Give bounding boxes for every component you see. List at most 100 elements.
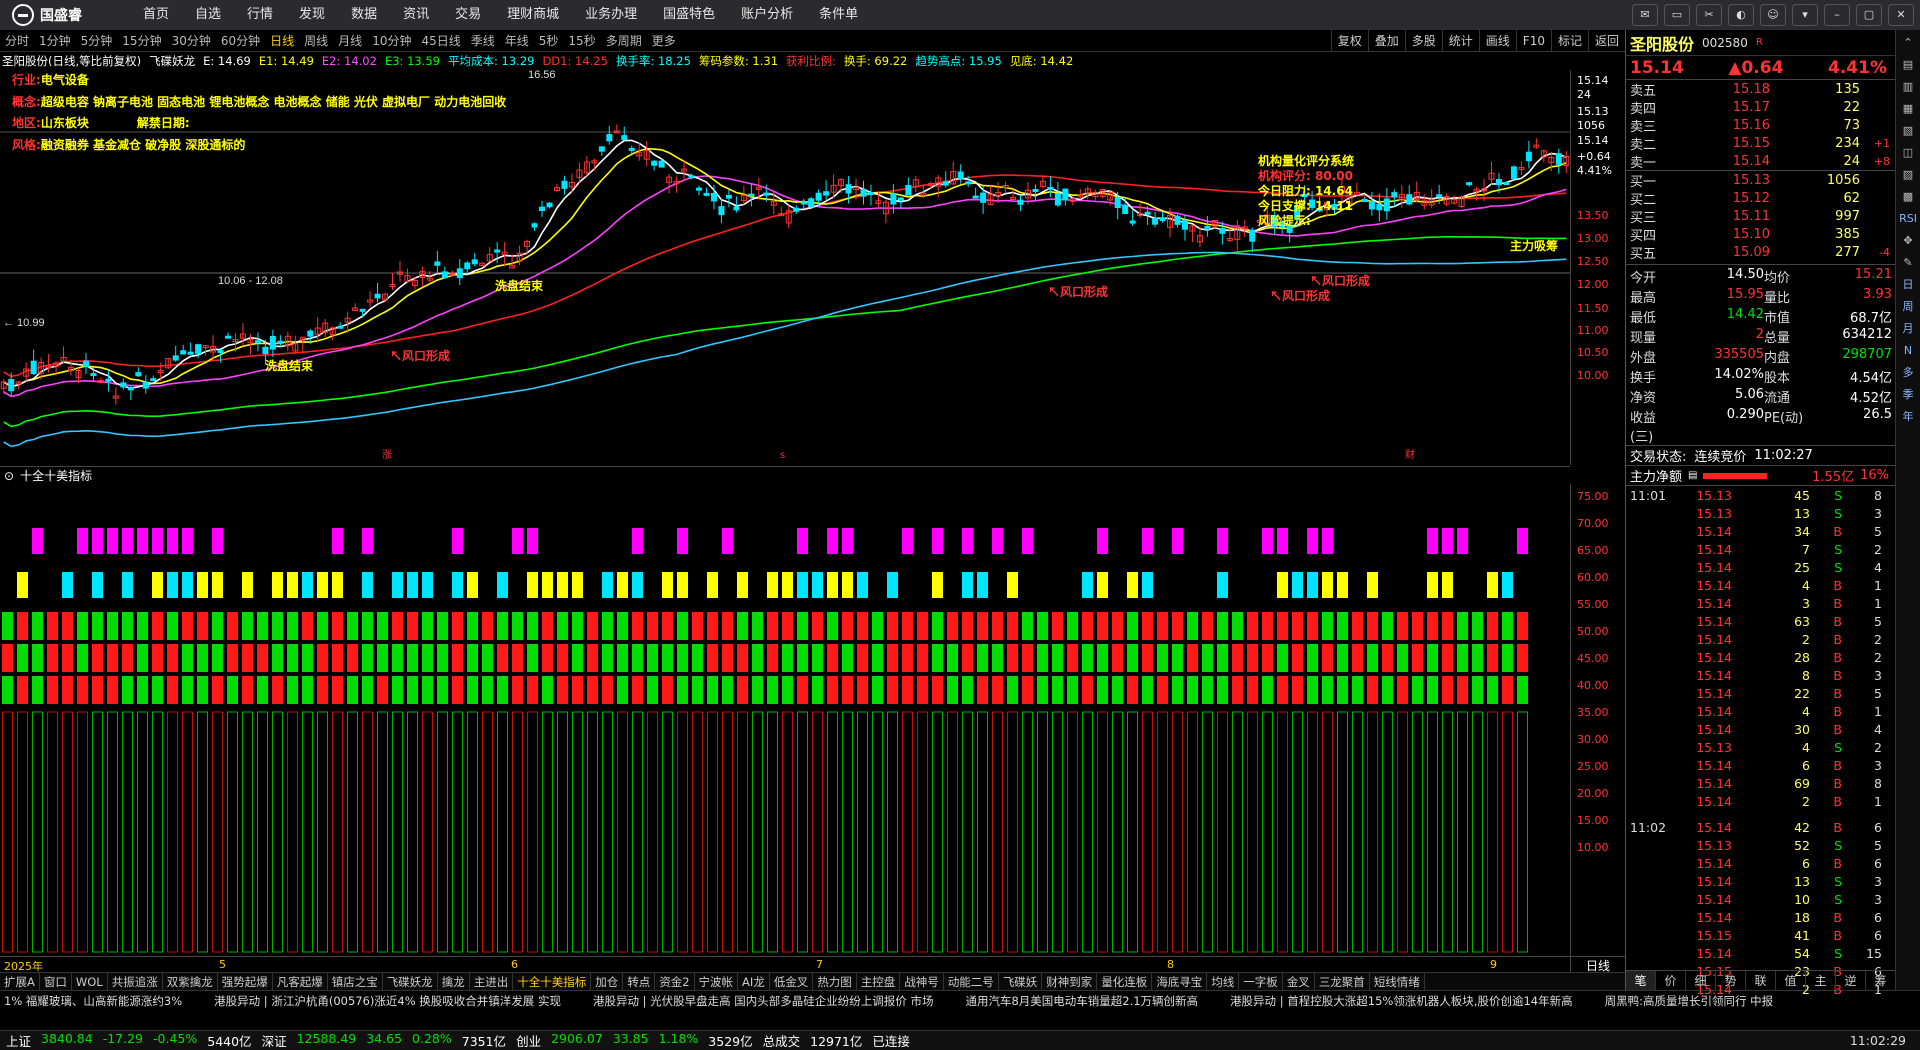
tools-icon[interactable]: ✂ — [1696, 4, 1722, 26]
menu-item-5[interactable]: 资讯 — [390, 0, 442, 30]
bottom-tab-20[interactable]: 战神号 — [900, 973, 944, 990]
kline-chart[interactable]: 洗盘结束 ↖风口形成 洗盘结束 ↖风口形成 ↖风口形成 ↖风口形成 主力吸筹 16.56 ← 1… — [0, 69, 1625, 465]
tool-button-4[interactable]: 画线 — [1478, 30, 1516, 52]
period-tab-4[interactable]: 30分钟 — [167, 32, 216, 49]
bottom-tab-24[interactable]: 量化连板 — [1097, 973, 1153, 990]
news-item-2[interactable]: 港股异动 | 光伏股早盘走高 国内头部多晶硅企业纷纷上调报价 市场 — [593, 993, 934, 1009]
bottom-tab-14[interactable]: 资金2 — [655, 973, 695, 990]
bid-row-1[interactable]: 买二 15.12 62 — [1626, 189, 1895, 208]
bottom-tab-13[interactable]: 转点 — [623, 973, 656, 990]
bid-row-3[interactable]: 买四 15.10 385 — [1626, 225, 1895, 244]
move-icon[interactable]: ✥ — [1899, 232, 1917, 250]
period-tab-15[interactable]: 多周期 — [601, 32, 647, 49]
period-tab-16[interactable]: 更多 — [647, 32, 681, 49]
menu-item-1[interactable]: 自选 — [182, 0, 234, 30]
year-icon[interactable]: 年 — [1899, 408, 1917, 426]
list-icon[interactable]: ▤ — [1899, 56, 1917, 74]
tick-list[interactable]: 11:01 15.13 45 S 8 15.13 13 S 3 15.14 34 B 5 15.14 7 S 2… — [1626, 485, 1895, 998]
ask-row-2[interactable]: 卖三 15.16 73 — [1626, 116, 1895, 135]
news-item-1[interactable]: 港股异动 | 浙江沪杭甬(00576)涨近4% 换股吸收合并镇洋发展 实现 — [214, 993, 561, 1009]
rsi-icon[interactable]: RSI — [1899, 210, 1917, 228]
menu-item-6[interactable]: 交易 — [442, 0, 494, 30]
menu-item-11[interactable]: 条件单 — [806, 0, 871, 30]
period-tab-1[interactable]: 1分钟 — [34, 32, 76, 49]
split-icon[interactable]: ◫ — [1899, 144, 1917, 162]
menu-item-3[interactable]: 发现 — [286, 0, 338, 30]
bottom-tab-26[interactable]: 均线 — [1207, 973, 1240, 990]
menu-item-2[interactable]: 行情 — [234, 0, 286, 30]
close-icon[interactable]: ✕ — [1888, 4, 1914, 26]
quote-tab-4[interactable]: 联 — [1746, 971, 1776, 990]
quote-tab-5[interactable]: 值 — [1776, 971, 1806, 990]
maximize-icon[interactable]: ▢ — [1856, 4, 1882, 26]
table-icon[interactable]: ▦ — [1899, 100, 1917, 118]
bid-row-4[interactable]: 买五 15.09 277 -4 — [1626, 243, 1895, 262]
ask-row-0[interactable]: 卖五 15.18 135 — [1626, 80, 1895, 99]
matrix-icon[interactable]: ▩ — [1899, 188, 1917, 206]
period-tab-14[interactable]: 15秒 — [563, 32, 600, 49]
quote-tab-0[interactable]: 笔 — [1626, 971, 1656, 990]
bottom-tab-22[interactable]: 飞碟妖 — [999, 973, 1043, 990]
bottom-tab-19[interactable]: 主控盘 — [857, 973, 901, 990]
ask-row-4[interactable]: 卖一 15.14 24 +8 — [1626, 152, 1895, 171]
bottom-tab-10[interactable]: 主进出 — [470, 973, 514, 990]
menu-item-10[interactable]: 账户分析 — [728, 0, 806, 30]
dropdown-icon[interactable]: ▾ — [1792, 4, 1818, 26]
quote-tab-8[interactable]: 筹 — [1866, 971, 1896, 990]
bottom-tab-1[interactable]: 窗口 — [40, 973, 72, 990]
multi-icon[interactable]: 多 — [1899, 364, 1917, 382]
news-item-3[interactable]: 通用汽车8月美国电动车销量超2.1万辆创新高 — [965, 993, 1198, 1009]
bottom-tab-12[interactable]: 加仓 — [591, 973, 624, 990]
period-tab-9[interactable]: 10分钟 — [367, 32, 416, 49]
period-tab-5[interactable]: 60分钟 — [216, 32, 265, 49]
bid-row-0[interactable]: 买一 15.13 1056 — [1626, 171, 1895, 190]
menu-item-0[interactable]: 首页 — [130, 0, 182, 30]
quote-tab-2[interactable]: 细 — [1686, 971, 1716, 990]
bottom-tab-27[interactable]: 一字板 — [1239, 973, 1283, 990]
bottom-tab-21[interactable]: 动能二号 — [944, 973, 999, 990]
period-tab-7[interactable]: 周线 — [299, 32, 333, 49]
bottom-tab-6[interactable]: 凡客起爆 — [273, 973, 328, 990]
bottom-tab-0[interactable]: 扩展A — [0, 973, 40, 990]
day-icon[interactable]: 日 — [1899, 276, 1917, 294]
quote-tab-3[interactable]: 势 — [1716, 971, 1746, 990]
user-icon[interactable]: ☺ — [1760, 4, 1786, 26]
bottom-tab-7[interactable]: 镇店之宝 — [328, 973, 383, 990]
bottom-tab-23[interactable]: 财神到家 — [1042, 973, 1098, 990]
tool-button-3[interactable]: 统计 — [1441, 30, 1479, 52]
bottom-tab-8[interactable]: 飞碟妖龙 — [383, 973, 438, 990]
menu-item-4[interactable]: 数据 — [338, 0, 390, 30]
bottom-tab-11[interactable]: 十全十美指标 — [513, 973, 592, 990]
period-tab-8[interactable]: 月线 — [333, 32, 367, 49]
skin-icon[interactable]: ◐ — [1728, 4, 1754, 26]
period-tab-0[interactable]: 分时 — [0, 32, 34, 49]
tool-button-6[interactable]: 标记 — [1550, 30, 1588, 52]
bottom-tab-16[interactable]: AI龙 — [738, 973, 770, 990]
tool-button-0[interactable]: 复权 — [1330, 30, 1368, 52]
menu-item-9[interactable]: 国盛特色 — [650, 0, 728, 30]
minimize-icon[interactable]: – — [1824, 4, 1850, 26]
bottom-tab-4[interactable]: 双紫擒龙 — [163, 973, 218, 990]
bottom-tab-3[interactable]: 共振追涨 — [108, 973, 163, 990]
quote-tab-7[interactable]: 逆 — [1836, 971, 1866, 990]
bottom-tab-9[interactable]: 擒龙 — [438, 973, 470, 990]
tool-button-7[interactable]: 返回 — [1587, 30, 1625, 52]
bid-row-2[interactable]: 买三 15.11 997 — [1626, 207, 1895, 226]
indicator-svg[interactable] — [0, 484, 1570, 956]
quote-tab-6[interactable]: 主 — [1806, 971, 1836, 990]
bottom-tab-25[interactable]: 海底寻宝 — [1152, 973, 1208, 990]
tool-button-5[interactable]: F10 — [1515, 30, 1551, 52]
message-icon[interactable]: ✉ — [1632, 4, 1658, 26]
bottom-tab-2[interactable]: WOL — [72, 973, 108, 990]
period-tab-12[interactable]: 年线 — [500, 32, 534, 49]
news-item-0[interactable]: 1% 福耀玻璃、山高新能源涨约3% — [4, 993, 182, 1009]
period-tab-2[interactable]: 5分钟 — [76, 32, 118, 49]
bottom-tab-17[interactable]: 低金叉 — [770, 973, 814, 990]
tool-button-2[interactable]: 多股 — [1404, 30, 1442, 52]
tool-button-1[interactable]: 叠加 — [1367, 30, 1405, 52]
display-icon[interactable]: ▭ — [1664, 4, 1690, 26]
bottom-tab-28[interactable]: 金叉 — [1283, 973, 1315, 990]
menu-item-7[interactable]: 理财商城 — [494, 0, 572, 30]
period-label[interactable]: 日线 — [1570, 956, 1625, 973]
bottom-tab-30[interactable]: 短线情绪 — [1370, 973, 1425, 990]
